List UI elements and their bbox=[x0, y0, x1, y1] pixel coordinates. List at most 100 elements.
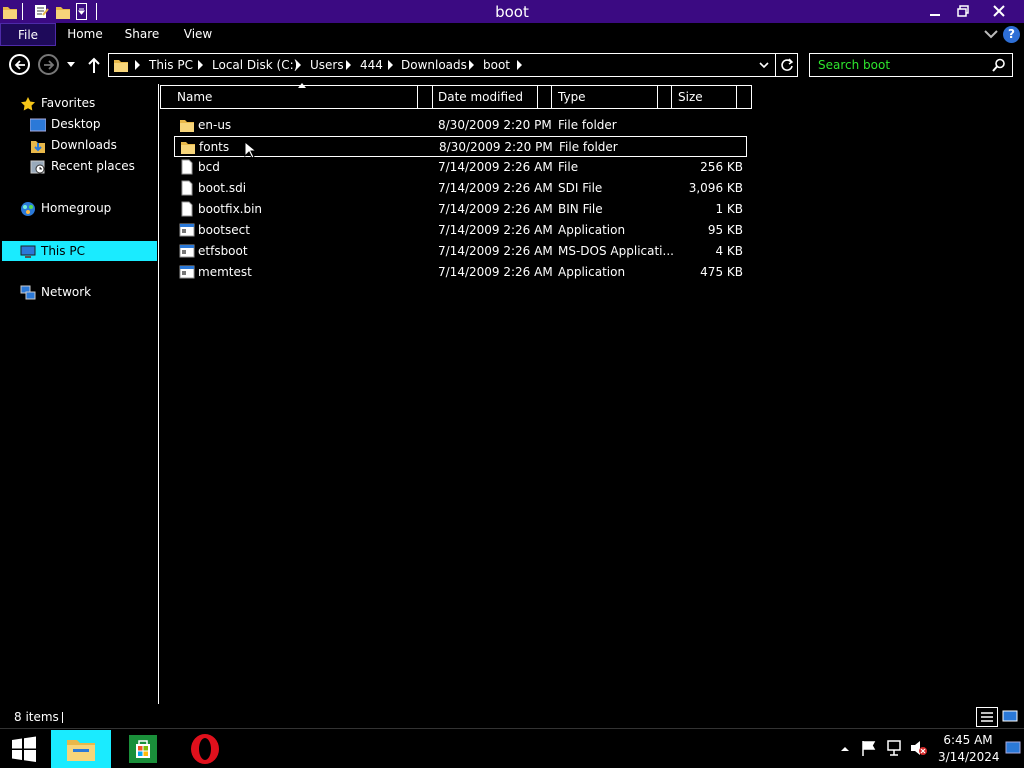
breadcrumb-this-pc[interactable]: This PC bbox=[149, 58, 193, 72]
show-desktop-icon[interactable] bbox=[1005, 741, 1021, 755]
nav-homegroup[interactable]: Homegroup bbox=[20, 198, 111, 218]
large-icons-view-icon bbox=[1002, 710, 1018, 722]
file-type: File folder bbox=[558, 118, 617, 132]
file-row[interactable]: bootfix.bin 7/14/2009 2:26 AM BIN File 1… bbox=[174, 199, 747, 220]
breadcrumb-chevron-icon[interactable] bbox=[346, 60, 351, 70]
file-date: 7/14/2009 2:26 AM bbox=[438, 160, 553, 174]
address-divider bbox=[775, 54, 776, 76]
column-separator[interactable] bbox=[432, 86, 433, 108]
file-name: bootfix.bin bbox=[198, 202, 263, 216]
file-name: bcd bbox=[198, 160, 220, 174]
large-icons-view-button[interactable] bbox=[1001, 707, 1021, 727]
start-button[interactable] bbox=[0, 730, 48, 768]
nav-desktop[interactable]: Desktop bbox=[30, 114, 101, 134]
details-view-icon bbox=[981, 712, 993, 722]
nav-favorites[interactable]: Favorites bbox=[20, 93, 95, 113]
file-type: SDI File bbox=[558, 181, 603, 195]
column-header-type[interactable]: Type bbox=[558, 86, 653, 108]
file-row[interactable]: etfsboot 7/14/2009 2:26 AM MS-DOS Applic… bbox=[174, 241, 747, 262]
column-separator[interactable] bbox=[736, 86, 737, 108]
file-name: memtest bbox=[198, 265, 252, 279]
action-center-flag-icon[interactable] bbox=[861, 740, 877, 756]
breadcrumb-chevron-icon[interactable] bbox=[296, 60, 301, 70]
nav-recent-places[interactable]: Recent places bbox=[30, 156, 135, 176]
details-view-button[interactable] bbox=[976, 707, 998, 727]
file-row[interactable]: bootsect 7/14/2009 2:26 AM Application 9… bbox=[174, 220, 747, 241]
nav-this-pc[interactable]: This PC bbox=[2, 241, 157, 261]
item-count: 8 items bbox=[14, 710, 59, 724]
volume-muted-icon[interactable] bbox=[910, 740, 928, 756]
up-arrow-icon[interactable] bbox=[87, 56, 101, 74]
column-separator[interactable] bbox=[417, 86, 418, 108]
store-icon bbox=[129, 735, 157, 763]
file-size: 256 KB bbox=[700, 160, 743, 174]
folder-icon bbox=[181, 142, 195, 154]
close-button[interactable] bbox=[984, 0, 1014, 22]
taskbar-opera[interactable] bbox=[177, 730, 233, 768]
restore-icon bbox=[957, 5, 969, 17]
file-size: 475 KB bbox=[700, 265, 743, 279]
app-icon bbox=[179, 265, 195, 279]
app-icon bbox=[179, 223, 195, 237]
desktop-icon bbox=[30, 118, 46, 131]
file-row[interactable]: bcd 7/14/2009 2:26 AM File 256 KB bbox=[174, 157, 747, 178]
taskbar-store[interactable] bbox=[115, 730, 171, 768]
file-row[interactable]: memtest 7/14/2009 2:26 AM Application 47… bbox=[174, 262, 747, 283]
search-input[interactable] bbox=[818, 58, 988, 72]
file-size: 4 KB bbox=[715, 244, 743, 258]
column-separator[interactable] bbox=[551, 86, 552, 108]
column-separator[interactable] bbox=[671, 86, 672, 108]
pane-divider[interactable] bbox=[158, 84, 159, 704]
breadcrumb-chevron-icon[interactable] bbox=[135, 60, 140, 70]
tab-share[interactable]: Share bbox=[120, 23, 164, 46]
breadcrumb-boot[interactable]: boot bbox=[483, 58, 510, 72]
help-button[interactable]: ? bbox=[1003, 26, 1020, 43]
nav-label: This PC bbox=[41, 244, 85, 258]
downloads-folder-icon bbox=[31, 140, 45, 153]
forward-button[interactable] bbox=[38, 54, 59, 75]
back-button[interactable] bbox=[9, 54, 30, 75]
breadcrumb-local-disk[interactable]: Local Disk (C:) bbox=[212, 58, 298, 72]
recent-locations-icon[interactable] bbox=[66, 61, 76, 69]
tab-home[interactable]: Home bbox=[60, 23, 110, 46]
taskbar-file-explorer[interactable] bbox=[51, 730, 111, 768]
expand-ribbon-icon[interactable] bbox=[984, 29, 998, 39]
file-row[interactable]: fonts 8/30/2009 2:20 PM File folder bbox=[174, 136, 747, 157]
mouse-cursor-icon bbox=[244, 141, 256, 159]
restore-button[interactable] bbox=[948, 0, 978, 22]
file-type: Application bbox=[558, 223, 626, 237]
address-bar[interactable]: This PC Local Disk (C:) Users 444 Downlo… bbox=[108, 53, 798, 77]
breadcrumb-users[interactable]: Users bbox=[310, 58, 344, 72]
nav-network[interactable]: Network bbox=[20, 282, 91, 302]
breadcrumb-chevron-icon[interactable] bbox=[388, 60, 393, 70]
nav-label: Favorites bbox=[41, 96, 96, 110]
column-header-row: Name Date modified Type Size bbox=[160, 83, 752, 109]
breadcrumb-chevron-icon[interactable] bbox=[517, 60, 522, 70]
taskbar-date[interactable]: 3/14/2024 bbox=[938, 750, 1000, 764]
column-header-name[interactable]: Name bbox=[177, 86, 415, 108]
column-header-size[interactable]: Size bbox=[678, 86, 733, 108]
nav-downloads[interactable]: Downloads bbox=[30, 135, 117, 155]
search-box[interactable] bbox=[809, 53, 1013, 77]
address-dropdown-icon[interactable] bbox=[759, 62, 769, 69]
file-name: bootsect bbox=[198, 223, 250, 237]
file-row[interactable]: en-us 8/30/2009 2:20 PM File folder bbox=[174, 115, 747, 136]
taskbar-time[interactable]: 6:45 AM bbox=[938, 733, 998, 747]
minimize-button[interactable] bbox=[920, 0, 950, 22]
breadcrumb-downloads[interactable]: Downloads bbox=[401, 58, 467, 72]
refresh-icon[interactable] bbox=[780, 58, 794, 72]
tab-view[interactable]: View bbox=[180, 23, 216, 46]
search-icon[interactable] bbox=[992, 58, 1006, 72]
breadcrumb-444[interactable]: 444 bbox=[360, 58, 383, 72]
column-separator[interactable] bbox=[537, 86, 538, 108]
breadcrumb-chevron-icon[interactable] bbox=[469, 60, 474, 70]
show-hidden-icons-icon[interactable] bbox=[840, 745, 850, 753]
file-row[interactable]: boot.sdi 7/14/2009 2:26 AM SDI File 3,09… bbox=[174, 178, 747, 199]
column-separator[interactable] bbox=[657, 86, 658, 108]
windows-logo-icon bbox=[12, 736, 36, 762]
breadcrumb-chevron-icon[interactable] bbox=[198, 60, 203, 70]
tab-file[interactable]: File bbox=[0, 23, 56, 46]
network-status-icon[interactable] bbox=[886, 740, 902, 756]
network-icon bbox=[20, 285, 36, 299]
column-header-date[interactable]: Date modified bbox=[438, 86, 538, 108]
